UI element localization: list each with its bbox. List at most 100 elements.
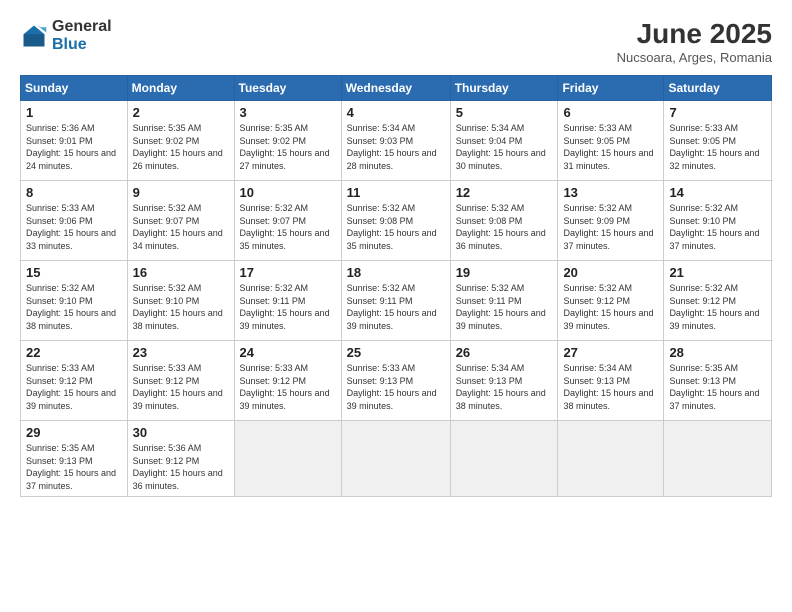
- calendar-cell: 20 Sunrise: 5:32 AM Sunset: 9:12 PM Dayl…: [558, 261, 664, 341]
- day-number: 14: [669, 185, 766, 200]
- calendar-cell: [234, 421, 341, 497]
- calendar-cell: 12 Sunrise: 5:32 AM Sunset: 9:08 PM Dayl…: [450, 181, 558, 261]
- calendar-week-row: 29 Sunrise: 5:35 AM Sunset: 9:13 PM Dayl…: [21, 421, 772, 497]
- day-info: Sunrise: 5:32 AM Sunset: 9:11 PM Dayligh…: [347, 282, 445, 332]
- title-block: June 2025 Nucsoara, Arges, Romania: [617, 18, 772, 65]
- calendar-cell: [341, 421, 450, 497]
- calendar-cell: 9 Sunrise: 5:32 AM Sunset: 9:07 PM Dayli…: [127, 181, 234, 261]
- calendar-cell: 14 Sunrise: 5:32 AM Sunset: 9:10 PM Dayl…: [664, 181, 772, 261]
- calendar-cell: [450, 421, 558, 497]
- day-info: Sunrise: 5:35 AM Sunset: 9:02 PM Dayligh…: [133, 122, 229, 172]
- weekday-header: Sunday: [21, 76, 128, 101]
- weekday-header: Monday: [127, 76, 234, 101]
- calendar-week-row: 22 Sunrise: 5:33 AM Sunset: 9:12 PM Dayl…: [21, 341, 772, 421]
- day-number: 21: [669, 265, 766, 280]
- day-number: 12: [456, 185, 553, 200]
- calendar-week-row: 1 Sunrise: 5:36 AM Sunset: 9:01 PM Dayli…: [21, 101, 772, 181]
- day-number: 7: [669, 105, 766, 120]
- day-info: Sunrise: 5:32 AM Sunset: 9:11 PM Dayligh…: [240, 282, 336, 332]
- calendar-cell: 21 Sunrise: 5:32 AM Sunset: 9:12 PM Dayl…: [664, 261, 772, 341]
- page: General Blue June 2025 Nucsoara, Arges, …: [0, 0, 792, 612]
- day-info: Sunrise: 5:33 AM Sunset: 9:06 PM Dayligh…: [26, 202, 122, 252]
- day-number: 22: [26, 345, 122, 360]
- day-number: 24: [240, 345, 336, 360]
- calendar-cell: 18 Sunrise: 5:32 AM Sunset: 9:11 PM Dayl…: [341, 261, 450, 341]
- day-info: Sunrise: 5:32 AM Sunset: 9:12 PM Dayligh…: [669, 282, 766, 332]
- day-info: Sunrise: 5:32 AM Sunset: 9:12 PM Dayligh…: [563, 282, 658, 332]
- calendar-cell: 19 Sunrise: 5:32 AM Sunset: 9:11 PM Dayl…: [450, 261, 558, 341]
- header: General Blue June 2025 Nucsoara, Arges, …: [20, 18, 772, 65]
- month-title: June 2025: [617, 18, 772, 50]
- calendar-cell: 1 Sunrise: 5:36 AM Sunset: 9:01 PM Dayli…: [21, 101, 128, 181]
- day-info: Sunrise: 5:35 AM Sunset: 9:02 PM Dayligh…: [240, 122, 336, 172]
- calendar-cell: 7 Sunrise: 5:33 AM Sunset: 9:05 PM Dayli…: [664, 101, 772, 181]
- day-number: 6: [563, 105, 658, 120]
- logo-blue-text: Blue: [52, 36, 112, 54]
- day-info: Sunrise: 5:32 AM Sunset: 9:07 PM Dayligh…: [133, 202, 229, 252]
- day-info: Sunrise: 5:33 AM Sunset: 9:05 PM Dayligh…: [563, 122, 658, 172]
- day-number: 30: [133, 425, 229, 440]
- day-number: 29: [26, 425, 122, 440]
- calendar-cell: 4 Sunrise: 5:34 AM Sunset: 9:03 PM Dayli…: [341, 101, 450, 181]
- calendar-cell: [664, 421, 772, 497]
- day-number: 2: [133, 105, 229, 120]
- calendar-header-row: SundayMondayTuesdayWednesdayThursdayFrid…: [21, 76, 772, 101]
- calendar-cell: 16 Sunrise: 5:32 AM Sunset: 9:10 PM Dayl…: [127, 261, 234, 341]
- calendar-cell: 6 Sunrise: 5:33 AM Sunset: 9:05 PM Dayli…: [558, 101, 664, 181]
- day-info: Sunrise: 5:35 AM Sunset: 9:13 PM Dayligh…: [26, 442, 122, 492]
- calendar-cell: 3 Sunrise: 5:35 AM Sunset: 9:02 PM Dayli…: [234, 101, 341, 181]
- day-info: Sunrise: 5:33 AM Sunset: 9:05 PM Dayligh…: [669, 122, 766, 172]
- day-number: 11: [347, 185, 445, 200]
- calendar-cell: 17 Sunrise: 5:32 AM Sunset: 9:11 PM Dayl…: [234, 261, 341, 341]
- calendar-cell: 10 Sunrise: 5:32 AM Sunset: 9:07 PM Dayl…: [234, 181, 341, 261]
- calendar-cell: 27 Sunrise: 5:34 AM Sunset: 9:13 PM Dayl…: [558, 341, 664, 421]
- day-number: 5: [456, 105, 553, 120]
- day-number: 8: [26, 185, 122, 200]
- calendar-cell: 15 Sunrise: 5:32 AM Sunset: 9:10 PM Dayl…: [21, 261, 128, 341]
- day-number: 25: [347, 345, 445, 360]
- calendar-cell: 2 Sunrise: 5:35 AM Sunset: 9:02 PM Dayli…: [127, 101, 234, 181]
- logo-text: General Blue: [52, 18, 112, 53]
- weekday-header: Saturday: [664, 76, 772, 101]
- calendar-cell: 28 Sunrise: 5:35 AM Sunset: 9:13 PM Dayl…: [664, 341, 772, 421]
- day-number: 23: [133, 345, 229, 360]
- weekday-header: Tuesday: [234, 76, 341, 101]
- day-info: Sunrise: 5:36 AM Sunset: 9:01 PM Dayligh…: [26, 122, 122, 172]
- day-number: 19: [456, 265, 553, 280]
- calendar-cell: 25 Sunrise: 5:33 AM Sunset: 9:13 PM Dayl…: [341, 341, 450, 421]
- logo: General Blue: [20, 18, 112, 53]
- day-number: 20: [563, 265, 658, 280]
- weekday-header: Thursday: [450, 76, 558, 101]
- calendar-cell: 30 Sunrise: 5:36 AM Sunset: 9:12 PM Dayl…: [127, 421, 234, 497]
- calendar-cell: 11 Sunrise: 5:32 AM Sunset: 9:08 PM Dayl…: [341, 181, 450, 261]
- weekday-header: Wednesday: [341, 76, 450, 101]
- day-info: Sunrise: 5:33 AM Sunset: 9:12 PM Dayligh…: [133, 362, 229, 412]
- day-info: Sunrise: 5:33 AM Sunset: 9:13 PM Dayligh…: [347, 362, 445, 412]
- calendar-cell: 24 Sunrise: 5:33 AM Sunset: 9:12 PM Dayl…: [234, 341, 341, 421]
- day-number: 26: [456, 345, 553, 360]
- calendar-cell: 26 Sunrise: 5:34 AM Sunset: 9:13 PM Dayl…: [450, 341, 558, 421]
- day-number: 27: [563, 345, 658, 360]
- day-number: 9: [133, 185, 229, 200]
- day-number: 13: [563, 185, 658, 200]
- day-info: Sunrise: 5:32 AM Sunset: 9:10 PM Dayligh…: [26, 282, 122, 332]
- calendar-week-row: 15 Sunrise: 5:32 AM Sunset: 9:10 PM Dayl…: [21, 261, 772, 341]
- day-info: Sunrise: 5:32 AM Sunset: 9:09 PM Dayligh…: [563, 202, 658, 252]
- day-info: Sunrise: 5:34 AM Sunset: 9:13 PM Dayligh…: [456, 362, 553, 412]
- day-info: Sunrise: 5:32 AM Sunset: 9:11 PM Dayligh…: [456, 282, 553, 332]
- day-info: Sunrise: 5:32 AM Sunset: 9:08 PM Dayligh…: [456, 202, 553, 252]
- weekday-header: Friday: [558, 76, 664, 101]
- calendar-cell: 5 Sunrise: 5:34 AM Sunset: 9:04 PM Dayli…: [450, 101, 558, 181]
- day-info: Sunrise: 5:33 AM Sunset: 9:12 PM Dayligh…: [240, 362, 336, 412]
- day-number: 28: [669, 345, 766, 360]
- day-info: Sunrise: 5:36 AM Sunset: 9:12 PM Dayligh…: [133, 442, 229, 492]
- day-number: 17: [240, 265, 336, 280]
- calendar-cell: 23 Sunrise: 5:33 AM Sunset: 9:12 PM Dayl…: [127, 341, 234, 421]
- day-number: 15: [26, 265, 122, 280]
- calendar-cell: 22 Sunrise: 5:33 AM Sunset: 9:12 PM Dayl…: [21, 341, 128, 421]
- day-info: Sunrise: 5:35 AM Sunset: 9:13 PM Dayligh…: [669, 362, 766, 412]
- day-info: Sunrise: 5:34 AM Sunset: 9:03 PM Dayligh…: [347, 122, 445, 172]
- calendar-cell: [558, 421, 664, 497]
- day-number: 1: [26, 105, 122, 120]
- logo-general-text: General: [52, 18, 112, 36]
